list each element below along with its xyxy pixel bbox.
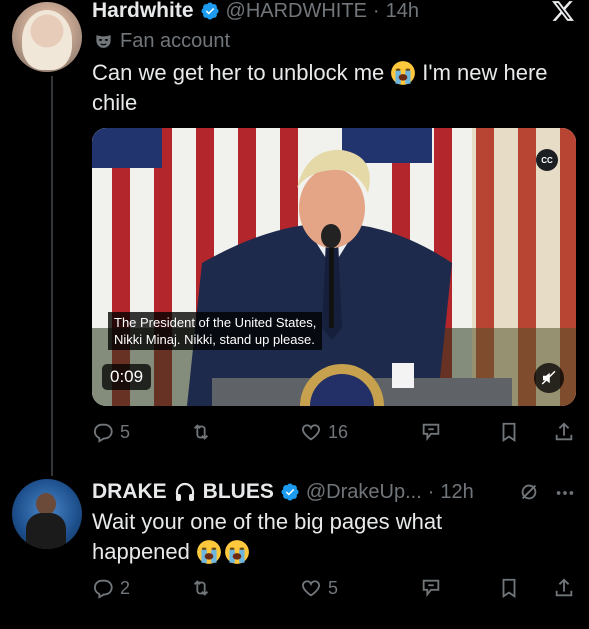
share-button[interactable]: [553, 577, 575, 599]
separator-dot: ·: [372, 0, 380, 22]
grok-icon: [422, 579, 440, 598]
handle[interactable]: @HARDWHITE: [226, 0, 367, 23]
mask-icon: [96, 35, 111, 48]
reply-icon: [93, 579, 113, 599]
caption-line: Nikki Minaj. Nikki, stand up please.: [114, 332, 315, 347]
tweet-text-line: happened: [92, 539, 190, 564]
share-icon: [555, 422, 573, 441]
video-thumbnail: [92, 128, 576, 406]
tweet2-text: Wait your one of the big pages what happ…: [92, 507, 572, 567]
like-button[interactable]: 16: [300, 421, 348, 443]
mute-icon[interactable]: [534, 363, 564, 393]
tweet-text-line: Can we get her to unblock me: [92, 60, 385, 85]
thread-line: [51, 76, 53, 476]
tweet-text-line: chile: [92, 90, 138, 115]
loudly-crying-emoji: [391, 61, 416, 85]
cc-text: CC: [541, 155, 553, 165]
retweet-icon: [193, 424, 209, 440]
video-caption: The President of the United States, Nikk…: [108, 312, 323, 350]
grok-button[interactable]: [420, 577, 442, 599]
tweet1-text: Can we get her to unblock me I'm new her…: [92, 58, 582, 118]
reply-count: 2: [120, 577, 131, 598]
retweet-button[interactable]: [190, 421, 212, 443]
headphones-icon: [175, 482, 194, 501]
tweet-text-line: Wait your one of the big pages what: [92, 509, 443, 534]
timestamp[interactable]: 12h: [440, 481, 473, 504]
grok-button[interactable]: [420, 421, 442, 443]
like-button[interactable]: 5: [300, 577, 338, 599]
loudly-crying-emoji: [224, 540, 249, 564]
display-name-part[interactable]: BLUES: [203, 480, 274, 504]
video-player[interactable]: CC The President of the United States, N…: [92, 128, 576, 406]
tweet-text-suffix: I'm new here: [422, 60, 548, 85]
bookmark-icon: [502, 578, 516, 598]
like-count: 16: [328, 421, 349, 442]
x-logo-icon[interactable]: [552, 0, 574, 22]
handle[interactable]: @DrakeUp...: [306, 481, 422, 504]
bookmark-icon: [502, 422, 516, 442]
avatar[interactable]: [12, 2, 82, 72]
loudly-crying-emoji: [196, 540, 221, 564]
display-name[interactable]: Hardwhite: [92, 0, 194, 23]
grok-icon: [422, 423, 440, 442]
verified-badge-icon: [281, 483, 299, 501]
fan-account-text: Fan account: [120, 30, 231, 52]
tweet2-header: DRAKE BLUES @DrakeUp... · 12h: [92, 477, 474, 507]
share-button[interactable]: [553, 421, 575, 443]
like-icon: [301, 424, 321, 441]
verified-badge-icon: [200, 2, 219, 20]
reply-button[interactable]: 5: [92, 421, 130, 443]
reply-button[interactable]: 2: [92, 577, 130, 599]
bookmark-button[interactable]: [498, 421, 520, 443]
more-icon[interactable]: [554, 482, 576, 504]
timestamp[interactable]: 14h: [386, 0, 419, 23]
avatar[interactable]: [12, 479, 82, 549]
like-icon: [301, 580, 321, 597]
reply-count: 5: [120, 421, 131, 442]
retweet-icon: [193, 580, 209, 596]
reply-icon: [93, 423, 113, 443]
video-duration: 0:09: [102, 364, 152, 390]
like-count: 5: [328, 577, 339, 598]
display-name-part[interactable]: DRAKE: [92, 480, 167, 504]
tweet1-header: Hardwhite @HARDWHITE · 14h: [92, 0, 419, 26]
duration-text: 0:09: [110, 367, 144, 386]
cc-icon[interactable]: CC: [536, 149, 558, 171]
fan-account-label: Fan account: [94, 30, 230, 53]
separator-dot: ·: [427, 480, 435, 503]
caption-line: The President of the United States,: [114, 315, 317, 330]
retweet-button[interactable]: [190, 577, 212, 599]
share-icon: [555, 578, 573, 597]
bookmark-button[interactable]: [498, 577, 520, 599]
undo-icon[interactable]: [518, 481, 540, 503]
